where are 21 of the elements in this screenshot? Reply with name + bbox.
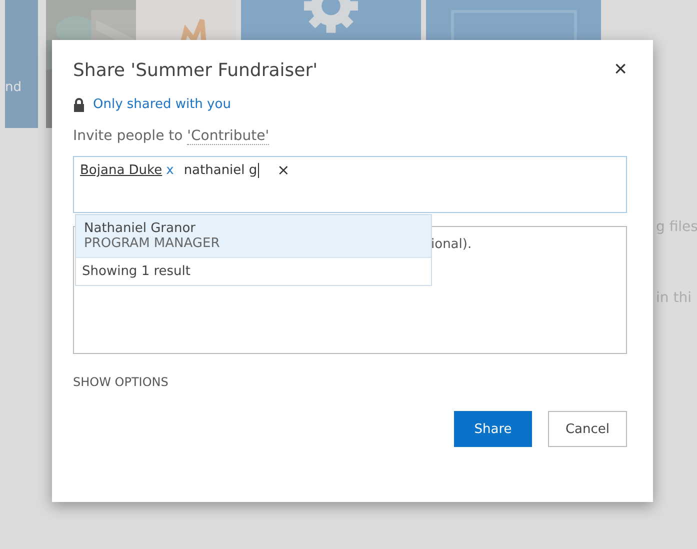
app-tile[interactable]	[241, 0, 421, 40]
sharing-status-link[interactable]: Only shared with you	[93, 97, 231, 112]
share-button[interactable]: Share	[454, 411, 532, 447]
close-button[interactable]: ×	[614, 58, 627, 80]
people-field[interactable]: Bojana Duke x nathaniel g ×	[73, 156, 627, 213]
person-title: PROGRAM MANAGER	[84, 236, 221, 251]
tile-label: nd	[5, 80, 22, 95]
clear-button[interactable]: ×	[277, 163, 290, 178]
lock-icon	[73, 98, 85, 112]
invite-label: Invite people to	[73, 128, 184, 144]
show-options-link[interactable]: SHOW OPTIONS	[73, 375, 168, 389]
permission-link[interactable]: 'Contribute'	[187, 128, 270, 145]
result-count: Showing 1 result	[82, 264, 190, 279]
remove-person-button[interactable]: x	[166, 163, 174, 178]
cancel-button[interactable]: Cancel	[548, 411, 627, 447]
person-token: Bojana Duke	[80, 163, 162, 178]
message-placeholder: ional).	[431, 237, 472, 252]
suggestion-item[interactable]: Nathaniel Granor PROGRAM MANAGER	[76, 215, 431, 258]
app-tile[interactable]	[426, 0, 601, 40]
typed-text: nathaniel g	[184, 163, 260, 178]
dialog-title: Share 'Summer Fundraiser'	[73, 60, 318, 81]
